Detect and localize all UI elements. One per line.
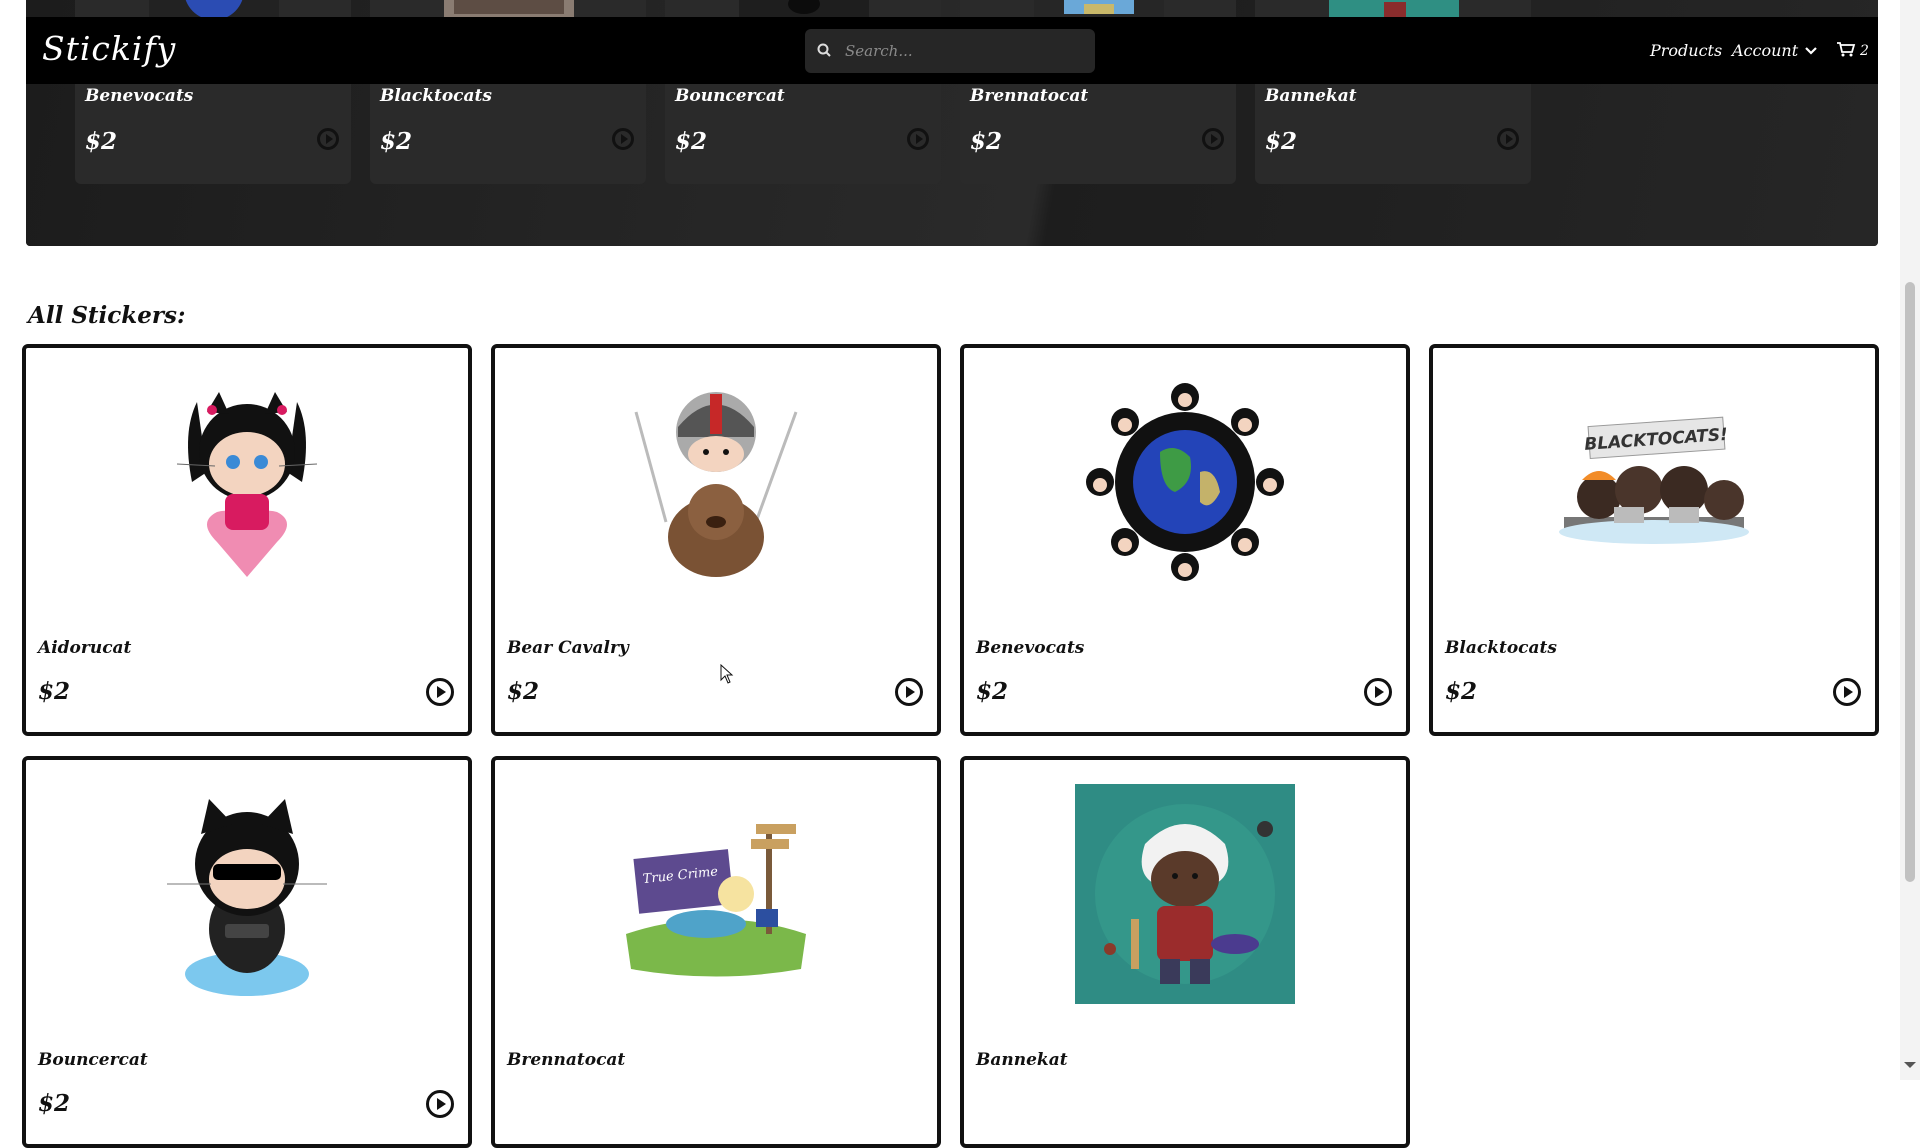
play-icon[interactable] <box>426 678 454 706</box>
product-name: Blacktocats <box>1445 638 1557 658</box>
benevocats-image <box>1075 372 1295 592</box>
play-icon[interactable] <box>612 128 634 150</box>
chevron-down-icon <box>1804 41 1818 60</box>
bouncercat-image <box>137 784 357 1004</box>
product-name: Benevocats <box>976 638 1085 658</box>
play-icon[interactable] <box>1364 678 1392 706</box>
product-price: $2 <box>1445 678 1478 705</box>
featured-name: Brennatocat <box>970 86 1089 106</box>
product-card[interactable]: Bear Cavalry $2 <box>491 344 941 736</box>
featured-thumbnail <box>444 0 574 18</box>
scrollbar-thumb[interactable] <box>1905 282 1915 882</box>
bear-cavalry-image <box>606 372 826 592</box>
product-price: $2 <box>38 678 71 705</box>
product-card[interactable]: BLACKTOCATS! Blacktocats $2 <box>1429 344 1879 736</box>
product-name: Bannekat <box>976 1050 1068 1070</box>
nav-account-dropdown[interactable]: Account <box>1732 41 1818 60</box>
mouse-cursor-icon <box>720 663 734 688</box>
product-price: $2 <box>38 1090 71 1117</box>
product-card[interactable]: Bannekat <box>960 756 1410 1148</box>
featured-name: Bouncercat <box>675 86 785 106</box>
product-card[interactable]: Aidorucat $2 <box>22 344 472 736</box>
account-label: Account <box>1732 41 1799 60</box>
featured-price: $2 <box>970 128 1003 155</box>
featured-price: $2 <box>85 128 118 155</box>
search-box[interactable] <box>805 29 1095 73</box>
play-icon[interactable] <box>907 128 929 150</box>
play-icon[interactable] <box>317 128 339 150</box>
blacktocats-image: BLACKTOCATS! <box>1544 372 1764 592</box>
aidorucat-image <box>137 372 357 592</box>
product-name: Bouncercat <box>38 1050 148 1070</box>
brand-logo[interactable]: Stickify <box>42 29 176 68</box>
brennatocat-image: True Crime <box>606 784 826 1004</box>
cart-count: 2 <box>1860 43 1869 59</box>
product-card[interactable]: Bouncercat $2 <box>22 756 472 1148</box>
play-icon[interactable] <box>895 678 923 706</box>
bannekat-image <box>1075 784 1295 1004</box>
cart-button[interactable]: 2 <box>1836 41 1869 61</box>
featured-name: Blacktocats <box>380 86 492 106</box>
featured-price: $2 <box>380 128 413 155</box>
play-icon[interactable] <box>1833 678 1861 706</box>
play-icon[interactable] <box>1497 128 1519 150</box>
cart-icon <box>1836 41 1856 61</box>
play-icon[interactable] <box>426 1090 454 1118</box>
product-price: $2 <box>976 678 1009 705</box>
product-name: Brennatocat <box>507 1050 626 1070</box>
product-card[interactable]: True Crime Brennatocat <box>491 756 941 1148</box>
navbar: Stickify Products Account 2 <box>26 17 1878 84</box>
featured-name: Benevocats <box>85 86 194 106</box>
featured-thumbnail <box>149 0 279 18</box>
featured-price: $2 <box>1265 128 1298 155</box>
search-input[interactable] <box>843 41 1067 61</box>
featured-name: Bannekat <box>1265 86 1357 106</box>
play-icon[interactable] <box>1202 128 1224 150</box>
product-card[interactable]: Benevocats $2 <box>960 344 1410 736</box>
search-icon <box>817 42 831 61</box>
nav-products-link[interactable]: Products <box>1650 41 1722 60</box>
featured-thumbnail <box>1034 0 1164 18</box>
featured-price: $2 <box>675 128 708 155</box>
product-name: Aidorucat <box>38 638 132 658</box>
section-title: All Stickers: <box>28 302 186 329</box>
featured-thumbnail <box>1329 0 1459 18</box>
product-name: Bear Cavalry <box>507 638 629 658</box>
scroll-down-arrow-icon[interactable] <box>1904 1062 1916 1068</box>
featured-thumbnail <box>739 0 869 18</box>
product-price: $2 <box>507 678 540 705</box>
